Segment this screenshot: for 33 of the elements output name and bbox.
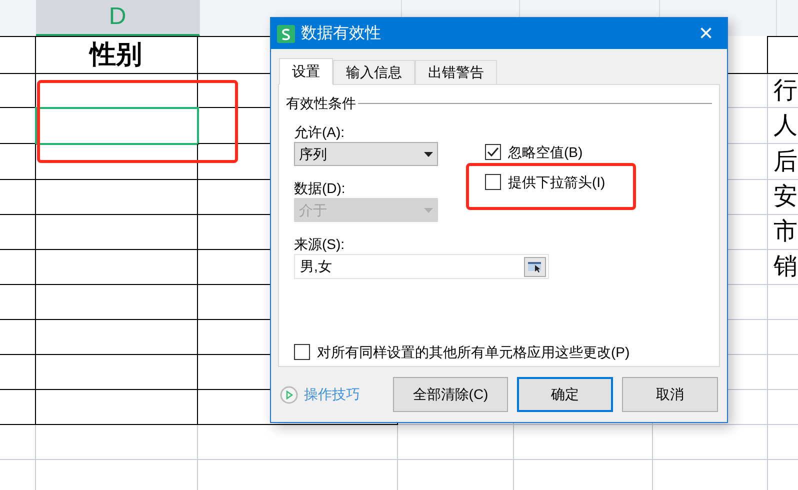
dialog-button[interactable]: 全部清除(C) xyxy=(393,377,508,412)
dialog-button[interactable]: 取消 xyxy=(622,377,718,412)
cell-text: 安 xyxy=(773,182,798,212)
close-button[interactable]: × xyxy=(698,22,713,46)
tab[interactable]: 设置 xyxy=(279,58,333,85)
checkbox[interactable] xyxy=(294,344,310,360)
dropdown[interactable]: 序列 xyxy=(294,142,438,166)
caret-icon xyxy=(424,152,433,156)
tab[interactable]: 输入信息 xyxy=(333,60,415,85)
field-label: 来源(S): xyxy=(294,235,346,254)
dialog-button[interactable]: 确定 xyxy=(517,377,613,412)
play-icon xyxy=(280,386,298,404)
window-title: 数据有效性 xyxy=(301,24,382,44)
cell-text: 行 xyxy=(773,76,798,106)
cell-text: 人 xyxy=(773,110,798,140)
field-label: 允许(A): xyxy=(294,123,346,142)
app-logo-icon xyxy=(277,24,295,42)
header-cell: 性别 xyxy=(36,36,198,73)
cell-text: 销 xyxy=(773,252,798,282)
checkbox-label: 对所有同样设置的其他所有单元格应用这些更改(P) xyxy=(317,343,630,361)
checkbox-label: 提供下拉箭头(I) xyxy=(508,173,606,191)
cell-text: 后 xyxy=(773,146,798,176)
tab[interactable]: 出错警告 xyxy=(415,60,497,85)
caret-icon xyxy=(424,208,433,212)
check-icon xyxy=(487,147,499,157)
checkbox-label: 忽略空值(B) xyxy=(508,143,583,161)
source-field[interactable]: 男,女 xyxy=(294,254,549,279)
range-picker-icon xyxy=(524,256,546,276)
checkbox[interactable] xyxy=(485,144,501,160)
field-label: 数据(D): xyxy=(294,179,346,198)
group-label: 有效性条件 xyxy=(286,94,356,113)
checkbox[interactable] xyxy=(485,174,501,190)
cell-text: 市 xyxy=(773,217,798,247)
